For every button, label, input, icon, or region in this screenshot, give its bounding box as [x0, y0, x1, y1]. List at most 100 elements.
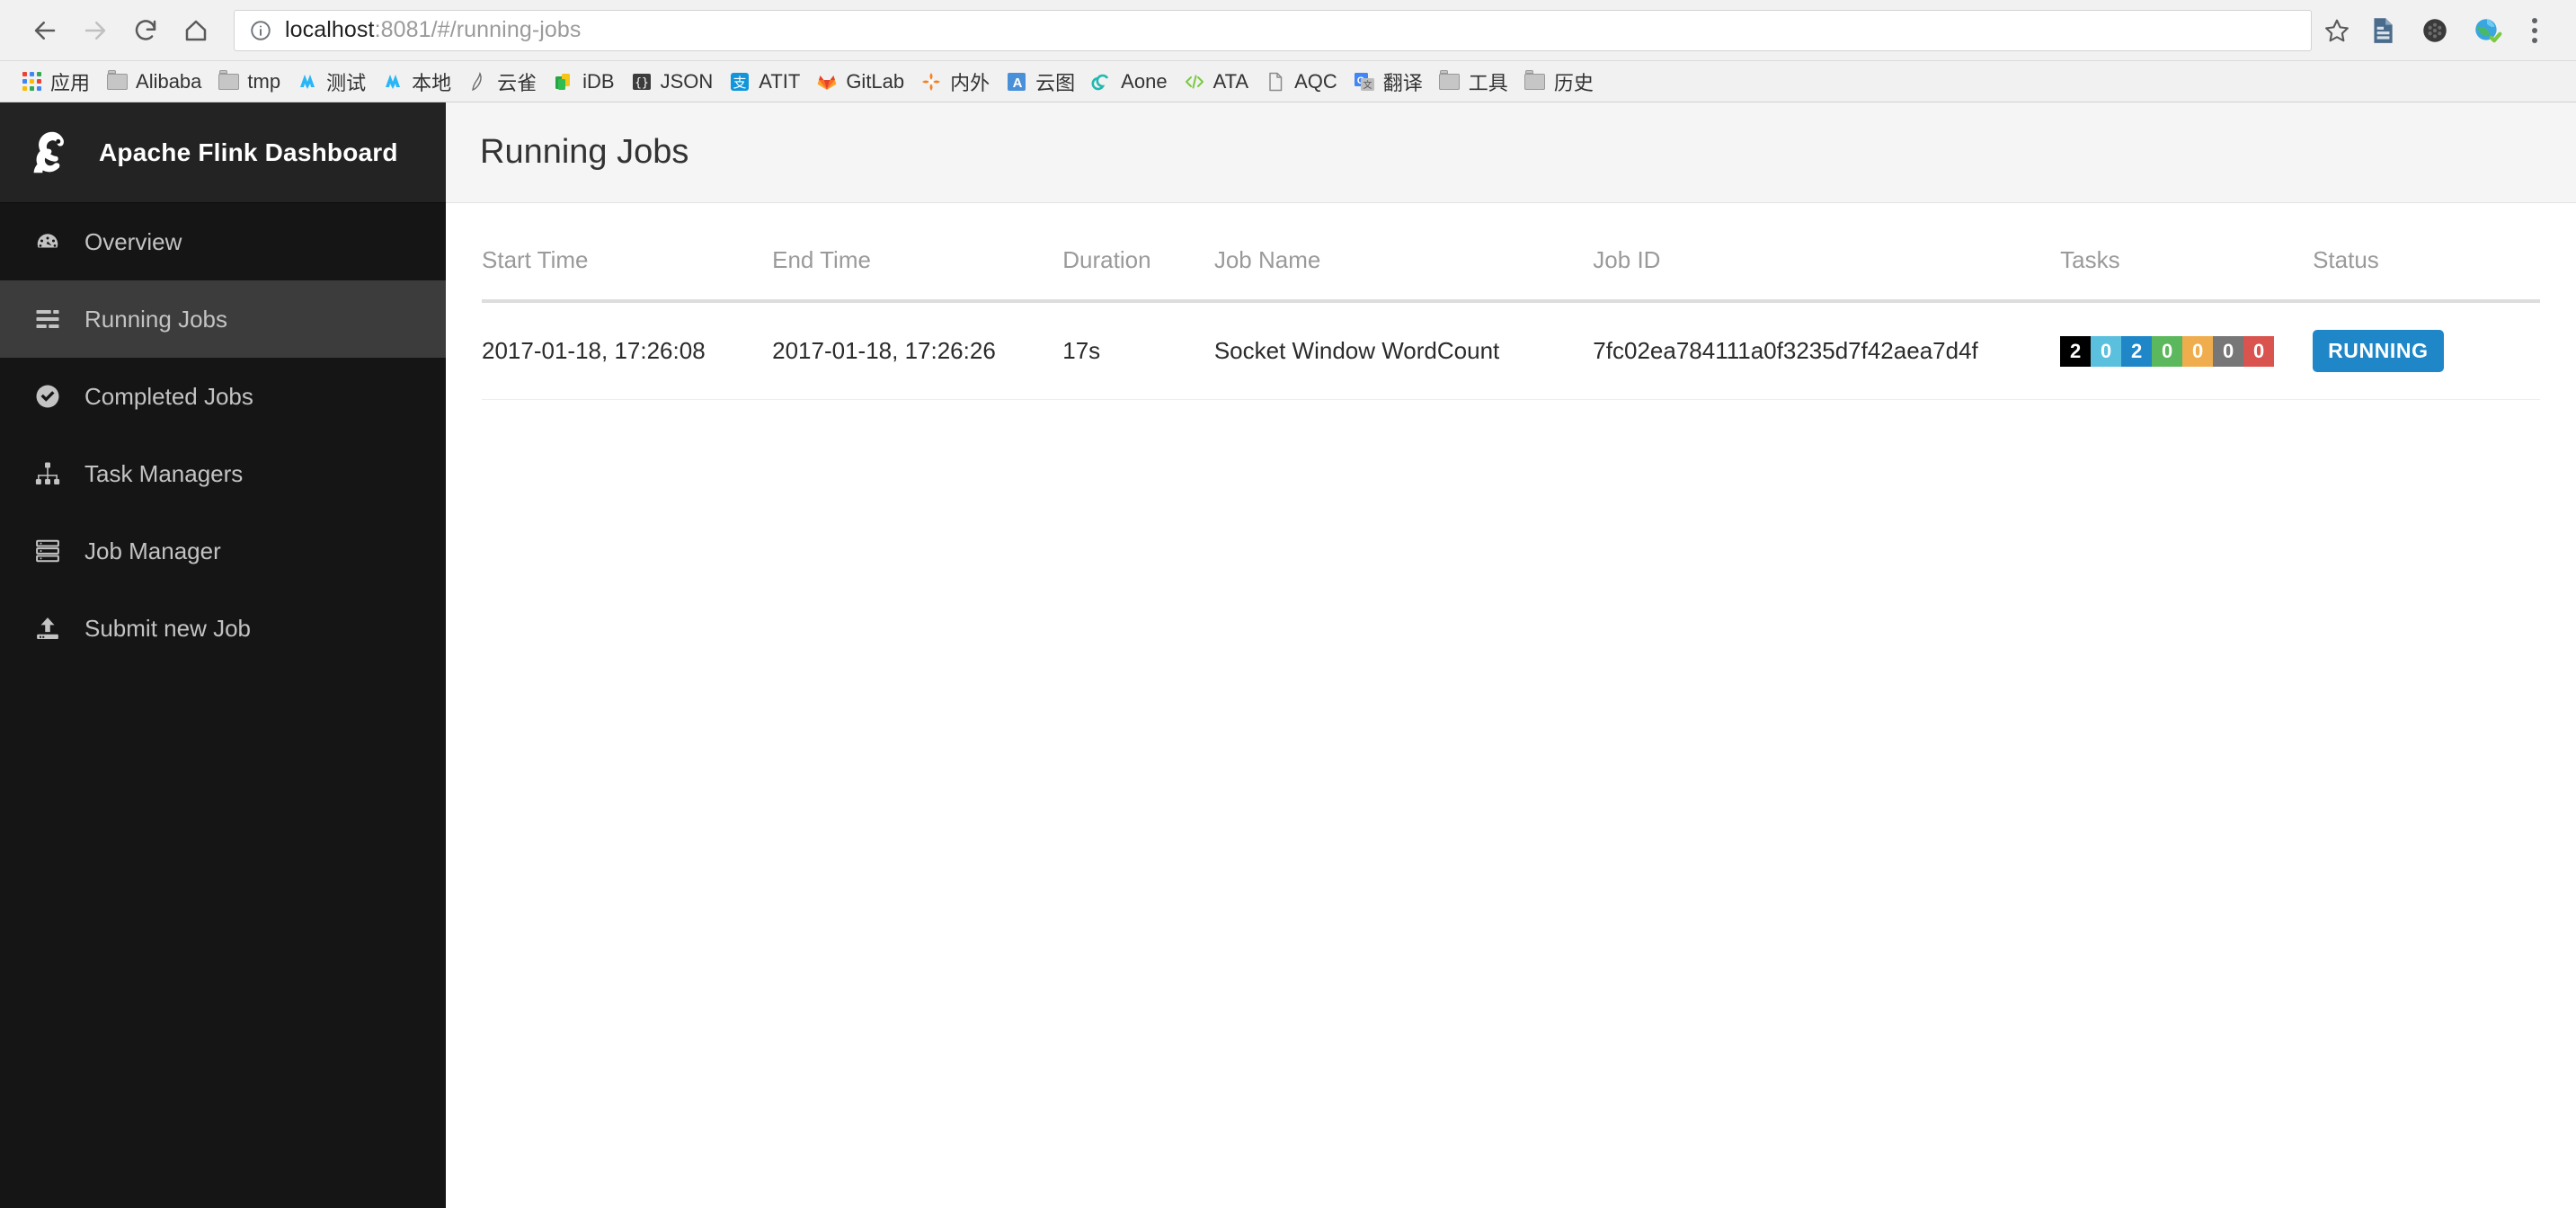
sidebar-item-task-managers[interactable]: Task Managers — [0, 435, 446, 512]
chrome-menu-button[interactable] — [2513, 4, 2556, 57]
column-header-status[interactable]: Status — [2313, 246, 2540, 303]
document-extension-icon[interactable] — [2357, 4, 2409, 57]
bookmark-label: Alibaba — [136, 69, 202, 93]
alipay-icon: 支 — [729, 71, 751, 93]
address-bar-url: localhost:8081/#/running-jobs — [285, 17, 582, 43]
json-braces-icon: {} — [631, 71, 653, 93]
sidebar-nav: Overview Running Jobs Completed Jobs Tas… — [0, 203, 446, 667]
flink-dashboard: Apache Flink Dashboard Overview Running … — [0, 102, 2576, 1208]
column-header-end-time[interactable]: End Time — [772, 246, 1063, 303]
bookmark-label: JSON — [660, 69, 714, 93]
column-header-job-id[interactable]: Job ID — [1593, 246, 2061, 303]
bookmark-ata[interactable]: ATA — [1176, 66, 1257, 98]
sidebar-item-overview[interactable]: Overview — [0, 203, 446, 280]
svg-text:A: A — [1013, 76, 1023, 91]
globe-check-extension-icon[interactable] — [2461, 4, 2513, 57]
address-bar[interactable]: localhost:8081/#/running-jobs — [234, 9, 2312, 51]
bookmark-label: 云雀 — [497, 71, 537, 94]
status-badge: RUNNING — [2313, 330, 2444, 372]
flink-squirrel-icon — [23, 125, 79, 181]
cell-job-name[interactable]: Socket Window WordCount — [1213, 301, 1594, 400]
bookmark-gitlab[interactable]: GitLab — [808, 66, 912, 98]
bookmark-alibaba[interactable]: Alibaba — [98, 66, 209, 98]
bookmark-apps[interactable]: 应用 — [13, 66, 98, 98]
page-info-icon[interactable] — [249, 19, 272, 42]
bookmark-lark[interactable]: 云雀 — [459, 66, 545, 98]
page-header: Running Jobs — [446, 102, 2576, 203]
cell-status: RUNNING — [2313, 301, 2540, 400]
cell-tasks: 2020000 — [2060, 301, 2314, 400]
table-header-row: Start Time End Time Duration Job Name Jo… — [482, 246, 2540, 303]
folder-icon — [218, 69, 239, 93]
bookmark-tmp[interactable]: tmp — [209, 66, 289, 98]
svg-text:支: 支 — [733, 76, 747, 91]
bookmark-label: iDB — [582, 69, 615, 93]
bookmark-json[interactable]: {} JSON — [623, 66, 722, 98]
cell-job-id: 7fc02ea784111a0f3235d7f42aea7d4f — [1593, 301, 2061, 400]
bookmark-label: tmp — [247, 69, 281, 93]
jobs-table-container: Start Time End Time Duration Job Name Jo… — [446, 203, 2576, 1208]
back-button[interactable] — [20, 5, 70, 56]
bookmark-label: 本地 — [412, 71, 452, 94]
sidebar-item-label: Running Jobs — [84, 305, 227, 333]
bookmark-idb[interactable]: iDB — [545, 66, 622, 98]
folder-icon — [1524, 69, 1546, 93]
bookmark-atit[interactable]: 支 ATIT — [721, 66, 808, 98]
bookmark-tools[interactable]: 工具 — [1431, 66, 1516, 98]
bookmark-label: AQC — [1294, 69, 1337, 93]
browser-window: localhost:8081/#/running-jobs 应用 Alibaba… — [0, 0, 2576, 1208]
cell-duration: 17s — [1062, 301, 1214, 400]
cell-end-time: 2017-01-18, 17:26:26 — [772, 301, 1063, 400]
sitemap-icon — [31, 457, 65, 491]
bookmark-label: 工具 — [1468, 71, 1508, 94]
extension-icons — [2357, 4, 2513, 57]
bookmark-star-icon[interactable] — [2317, 11, 2357, 50]
teal-swirl-icon — [1091, 71, 1113, 93]
bookmark-label: Aone — [1121, 69, 1168, 93]
bookmark-label: 测试 — [326, 71, 367, 94]
orange-star-icon — [920, 71, 942, 93]
sidebar-item-label: Overview — [84, 227, 182, 255]
column-header-start-time[interactable]: Start Time — [482, 246, 773, 303]
bookmark-label: 应用 — [50, 71, 91, 94]
url-host: localhost — [285, 17, 375, 42]
blue-a-icon: A — [1006, 71, 1027, 93]
bookmark-aone[interactable]: Aone — [1083, 66, 1175, 98]
column-header-job-name[interactable]: Job Name — [1213, 246, 1594, 303]
column-header-tasks[interactable]: Tasks — [2060, 246, 2314, 303]
bookmark-neiwai[interactable]: 内外 — [912, 66, 998, 98]
sidebar-item-job-manager[interactable]: Job Manager — [0, 512, 446, 590]
gear-extension-icon[interactable] — [2409, 4, 2461, 57]
bookmark-aqc[interactable]: AQC — [1257, 66, 1346, 98]
sidebar: Apache Flink Dashboard Overview Running … — [0, 102, 446, 1208]
running-list-icon — [31, 302, 65, 336]
google-translate-icon: G文 — [1354, 71, 1375, 93]
sidebar-item-label: Task Managers — [84, 459, 244, 487]
table-row[interactable]: 2017-01-18, 17:26:08 2017-01-18, 17:26:2… — [482, 301, 2540, 400]
bookmark-translate[interactable]: G文 翻译 — [1346, 66, 1431, 98]
page-title: Running Jobs — [480, 133, 689, 171]
column-header-duration[interactable]: Duration — [1062, 246, 1214, 303]
forward-button[interactable] — [70, 5, 120, 56]
sidebar-item-completed-jobs[interactable]: Completed Jobs — [0, 358, 446, 435]
sidebar-item-submit-new-job[interactable]: Submit new Job — [0, 590, 446, 667]
bookmark-test[interactable]: 测试 — [289, 66, 374, 98]
folder-icon — [106, 69, 128, 93]
bookmark-history[interactable]: 历史 — [1516, 66, 1602, 98]
bookmark-label: 历史 — [1553, 71, 1594, 94]
task-badge-group: 2020000 — [2060, 335, 2275, 367]
svg-text:文: 文 — [1363, 79, 1372, 91]
bookmark-label: ATA — [1212, 69, 1249, 93]
nebula-icon — [297, 71, 318, 93]
dashboard-gauge-icon — [31, 225, 65, 259]
menu-dot — [2532, 17, 2537, 23]
sidebar-brand[interactable]: Apache Flink Dashboard — [0, 102, 446, 203]
running-jobs-table: Start Time End Time Duration Job Name Jo… — [482, 246, 2540, 400]
reload-button[interactable] — [120, 5, 171, 56]
bookmark-label: 云图 — [1035, 71, 1076, 94]
sidebar-item-running-jobs[interactable]: Running Jobs — [0, 280, 446, 358]
bookmark-yuntu[interactable]: A 云图 — [998, 66, 1083, 98]
main-content: Running Jobs Start Time End Time Duratio… — [446, 102, 2576, 1208]
home-button[interactable] — [171, 5, 221, 56]
bookmark-local[interactable]: 本地 — [374, 66, 459, 98]
